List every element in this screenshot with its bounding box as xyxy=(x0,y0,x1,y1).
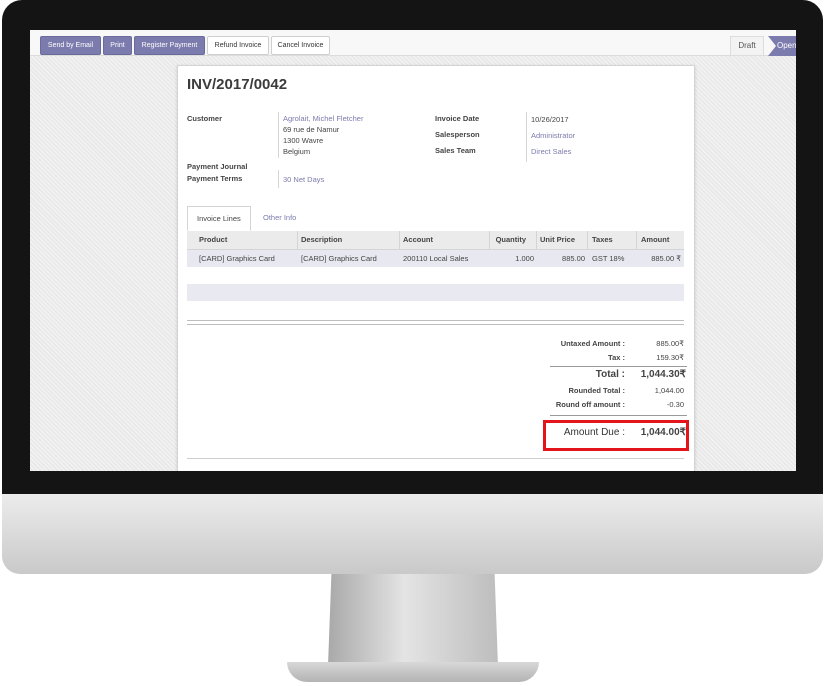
amount-due-highlight-box xyxy=(543,420,689,451)
sales-team-label: Sales Team xyxy=(435,146,476,155)
monitor-chin xyxy=(2,494,823,574)
round-off-label: Round off amount : xyxy=(555,400,625,409)
section-divider xyxy=(187,320,684,325)
invoice-sheet: INV/2017/0042 Customer Agrolait, Michel … xyxy=(177,65,695,471)
rounded-total-label: Rounded Total : xyxy=(568,386,625,395)
register-payment-button[interactable]: Register Payment xyxy=(134,36,205,55)
address-line: Belgium xyxy=(283,147,311,156)
totals-rule xyxy=(550,415,687,416)
section-divider xyxy=(187,458,684,459)
status-draft[interactable]: Draft xyxy=(730,36,764,56)
refund-invoice-button[interactable]: Refund Invoice xyxy=(207,36,269,55)
tab-invoice-lines[interactable]: Invoice Lines xyxy=(187,206,251,231)
invoice-date-value: 10/26/2017 xyxy=(531,115,569,124)
column-header-product[interactable]: Product xyxy=(199,231,227,249)
untaxed-amount-label: Untaxed Amount : xyxy=(560,339,625,348)
status-open[interactable]: Open xyxy=(768,36,796,56)
column-divider xyxy=(536,231,537,249)
cell-unit-price: 885.00 xyxy=(562,254,585,263)
column-divider xyxy=(636,231,637,249)
cell-amount: 885.00 ₹ xyxy=(651,254,681,263)
rounded-total-value: 1,044.00 xyxy=(654,386,684,395)
monitor-base xyxy=(287,662,539,682)
invoice-number: INV/2017/0042 xyxy=(187,76,288,93)
column-header-amount[interactable]: Amount xyxy=(641,231,669,249)
customer-label: Customer xyxy=(187,114,223,123)
totals-rule xyxy=(550,366,687,367)
round-off-value: -0.30 xyxy=(666,400,684,409)
invoice-date-label: Invoice Date xyxy=(435,114,480,123)
salesperson-label: Salesperson xyxy=(435,130,480,139)
monitor-stand xyxy=(328,574,498,666)
tax-value: 159.30₹ xyxy=(656,353,684,362)
send-by-email-button[interactable]: Send by Email xyxy=(40,36,101,55)
cell-description: [CARD] Graphics Card xyxy=(301,254,377,263)
add-line-row[interactable] xyxy=(187,284,684,301)
column-header-unit-price[interactable]: Unit Price xyxy=(540,231,575,249)
print-button[interactable]: Print xyxy=(103,36,132,55)
invoice-lines-header: Product Description Account Quantity Uni… xyxy=(187,231,684,250)
untaxed-amount-value: 885.00₹ xyxy=(656,339,684,348)
payment-terms-label: Payment Terms xyxy=(187,174,243,183)
tax-label: Tax : xyxy=(608,353,625,362)
column-divider xyxy=(399,231,400,249)
field-divider xyxy=(278,112,279,158)
address-line: 1300 Wavre xyxy=(283,136,324,145)
tab-other-info[interactable]: Other Info xyxy=(254,206,305,229)
sales-team-value[interactable]: Direct Sales xyxy=(531,147,571,156)
salesperson-value[interactable]: Administrator xyxy=(531,131,575,140)
cancel-invoice-button[interactable]: Cancel Invoice xyxy=(271,36,330,55)
field-divider xyxy=(526,112,527,162)
payment-terms-value[interactable]: 30 Net Days xyxy=(283,175,324,184)
column-header-description[interactable]: Description xyxy=(301,231,342,249)
field-divider xyxy=(278,170,279,188)
cell-account: 200110 Local Sales xyxy=(403,254,469,263)
cell-taxes: GST 18% xyxy=(592,254,625,263)
total-value: 1,044.30₹ xyxy=(640,369,686,380)
table-row[interactable]: [CARD] Graphics Card [CARD] Graphics Car… xyxy=(187,250,684,267)
address-line: 69 rue de Namur xyxy=(283,125,340,134)
column-header-taxes[interactable]: Taxes xyxy=(592,231,613,249)
cell-product: [CARD] Graphics Card xyxy=(199,254,275,263)
column-header-quantity[interactable]: Quantity xyxy=(489,231,526,249)
cell-quantity: 1.000 xyxy=(515,254,534,263)
payment-journal-label: Payment Journal xyxy=(187,162,248,171)
customer-link[interactable]: Agrolait, Michel Fletcher xyxy=(283,114,363,123)
column-divider xyxy=(297,231,298,249)
column-divider xyxy=(587,231,588,249)
column-header-account[interactable]: Account xyxy=(403,231,433,249)
app-screen: Send by Email Print Register Payment Ref… xyxy=(30,30,796,471)
action-toolbar: Send by Email Print Register Payment Ref… xyxy=(30,30,796,56)
